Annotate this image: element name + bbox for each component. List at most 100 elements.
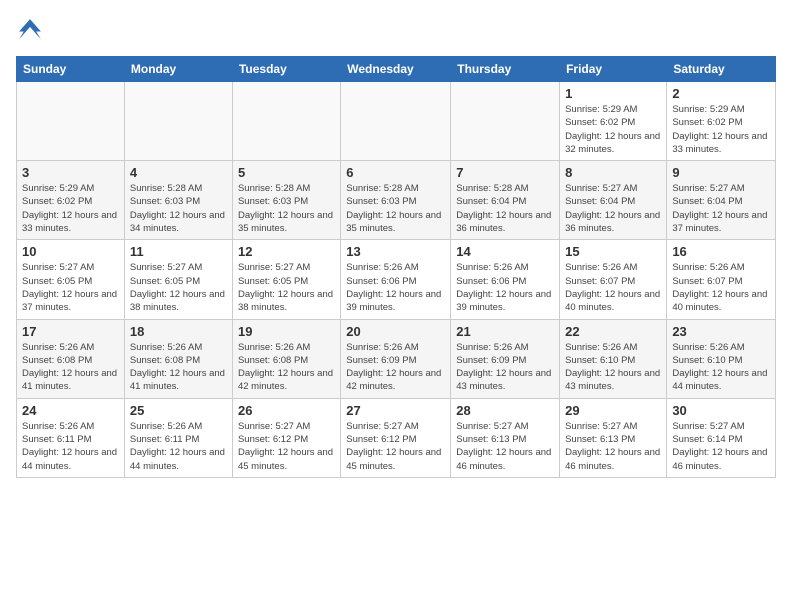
day-info: Sunrise: 5:28 AM Sunset: 6:03 PM Dayligh… xyxy=(130,182,227,235)
calendar-cell xyxy=(124,82,232,161)
day-info: Sunrise: 5:26 AM Sunset: 6:08 PM Dayligh… xyxy=(22,341,119,394)
day-number: 11 xyxy=(130,244,227,259)
calendar-cell: 17 Sunrise: 5:26 AM Sunset: 6:08 PM Dayli… xyxy=(17,319,125,398)
day-number: 24 xyxy=(22,403,119,418)
calendar-cell: 6 Sunrise: 5:28 AM Sunset: 6:03 PM Daylig… xyxy=(341,161,451,240)
day-number: 30 xyxy=(672,403,770,418)
day-info: Sunrise: 5:27 AM Sunset: 6:14 PM Dayligh… xyxy=(672,420,770,473)
day-number: 27 xyxy=(346,403,445,418)
calendar-cell: 1 Sunrise: 5:29 AM Sunset: 6:02 PM Daylig… xyxy=(560,82,667,161)
calendar-cell: 5 Sunrise: 5:28 AM Sunset: 6:03 PM Daylig… xyxy=(232,161,340,240)
day-info: Sunrise: 5:26 AM Sunset: 6:07 PM Dayligh… xyxy=(672,261,770,314)
day-number: 29 xyxy=(565,403,661,418)
weekday-header: Friday xyxy=(560,57,667,82)
weekday-header: Tuesday xyxy=(232,57,340,82)
weekday-header: Wednesday xyxy=(341,57,451,82)
calendar-cell: 2Sunrise: 5:29 AM Sunset: 6:02 PM Daylig… xyxy=(667,82,776,161)
day-number: 21 xyxy=(456,324,554,339)
calendar-cell: 12 Sunrise: 5:27 AM Sunset: 6:05 PM Dayli… xyxy=(232,240,340,319)
calendar-cell: 10 Sunrise: 5:27 AM Sunset: 6:05 PM Dayli… xyxy=(17,240,125,319)
day-number: 1 xyxy=(565,86,661,101)
day-info: Sunrise: 5:27 AM Sunset: 6:04 PM Dayligh… xyxy=(565,182,661,235)
day-number: 10 xyxy=(22,244,119,259)
day-info: Sunrise: 5:26 AM Sunset: 6:06 PM Dayligh… xyxy=(346,261,445,314)
day-number: 12 xyxy=(238,244,335,259)
day-number: 15 xyxy=(565,244,661,259)
calendar-cell: 24 Sunrise: 5:26 AM Sunset: 6:11 PM Dayli… xyxy=(17,398,125,477)
day-number: 16 xyxy=(672,244,770,259)
calendar-week-row: 1 Sunrise: 5:29 AM Sunset: 6:02 PM Daylig… xyxy=(17,82,776,161)
calendar-cell: 11 Sunrise: 5:27 AM Sunset: 6:05 PM Dayli… xyxy=(124,240,232,319)
calendar-week-row: 3 Sunrise: 5:29 AM Sunset: 6:02 PM Daylig… xyxy=(17,161,776,240)
calendar-header-row: SundayMondayTuesdayWednesdayThursdayFrid… xyxy=(17,57,776,82)
weekday-header: Sunday xyxy=(17,57,125,82)
day-number: 9 xyxy=(672,165,770,180)
day-number: 14 xyxy=(456,244,554,259)
calendar-cell: 25 Sunrise: 5:26 AM Sunset: 6:11 PM Dayli… xyxy=(124,398,232,477)
calendar-cell: 3 Sunrise: 5:29 AM Sunset: 6:02 PM Daylig… xyxy=(17,161,125,240)
day-info: Sunrise: 5:29 AM Sunset: 6:02 PM Dayligh… xyxy=(22,182,119,235)
calendar-cell: 19Sunrise: 5:26 AM Sunset: 6:08 PM Dayli… xyxy=(232,319,340,398)
day-info: Sunrise: 5:27 AM Sunset: 6:12 PM Dayligh… xyxy=(238,420,335,473)
day-info: Sunrise: 5:28 AM Sunset: 6:03 PM Dayligh… xyxy=(346,182,445,235)
day-number: 18 xyxy=(130,324,227,339)
calendar-cell: 13 Sunrise: 5:26 AM Sunset: 6:06 PM Dayli… xyxy=(341,240,451,319)
day-number: 28 xyxy=(456,403,554,418)
day-info: Sunrise: 5:26 AM Sunset: 6:11 PM Dayligh… xyxy=(130,420,227,473)
calendar-cell: 26 Sunrise: 5:27 AM Sunset: 6:12 PM Dayli… xyxy=(232,398,340,477)
calendar-cell: 22 Sunrise: 5:26 AM Sunset: 6:10 PM Dayli… xyxy=(560,319,667,398)
day-number: 6 xyxy=(346,165,445,180)
day-info: Sunrise: 5:26 AM Sunset: 6:10 PM Dayligh… xyxy=(565,341,661,394)
day-info: Sunrise: 5:26 AM Sunset: 6:06 PM Dayligh… xyxy=(456,261,554,314)
day-info: Sunrise: 5:27 AM Sunset: 6:04 PM Dayligh… xyxy=(672,182,770,235)
day-info: Sunrise: 5:29 AM Sunset: 6:02 PM Dayligh… xyxy=(565,103,661,156)
day-info: Sunrise: 5:27 AM Sunset: 6:13 PM Dayligh… xyxy=(565,420,661,473)
calendar-cell: 15 Sunrise: 5:26 AM Sunset: 6:07 PM Dayli… xyxy=(560,240,667,319)
calendar-cell xyxy=(232,82,340,161)
calendar-week-row: 17 Sunrise: 5:26 AM Sunset: 6:08 PM Dayli… xyxy=(17,319,776,398)
day-info: Sunrise: 5:26 AM Sunset: 6:09 PM Dayligh… xyxy=(346,341,445,394)
weekday-header: Saturday xyxy=(667,57,776,82)
day-info: Sunrise: 5:26 AM Sunset: 6:09 PM Dayligh… xyxy=(456,341,554,394)
weekday-header: Monday xyxy=(124,57,232,82)
calendar-cell xyxy=(341,82,451,161)
day-info: Sunrise: 5:28 AM Sunset: 6:04 PM Dayligh… xyxy=(456,182,554,235)
weekday-header: Thursday xyxy=(451,57,560,82)
day-info: Sunrise: 5:27 AM Sunset: 6:05 PM Dayligh… xyxy=(130,261,227,314)
day-info: Sunrise: 5:26 AM Sunset: 6:07 PM Dayligh… xyxy=(565,261,661,314)
calendar-cell: 23Sunrise: 5:26 AM Sunset: 6:10 PM Dayli… xyxy=(667,319,776,398)
calendar-cell: 16 Sunrise: 5:26 AM Sunset: 6:07 PM Dayli… xyxy=(667,240,776,319)
day-number: 7 xyxy=(456,165,554,180)
day-info: Sunrise: 5:27 AM Sunset: 6:13 PM Dayligh… xyxy=(456,420,554,473)
calendar-cell xyxy=(451,82,560,161)
calendar-cell: 20 Sunrise: 5:26 AM Sunset: 6:09 PM Dayli… xyxy=(341,319,451,398)
day-info: Sunrise: 5:27 AM Sunset: 6:05 PM Dayligh… xyxy=(22,261,119,314)
calendar-cell: 4 Sunrise: 5:28 AM Sunset: 6:03 PM Daylig… xyxy=(124,161,232,240)
calendar-cell: 21 Sunrise: 5:26 AM Sunset: 6:09 PM Dayli… xyxy=(451,319,560,398)
day-number: 23 xyxy=(672,324,770,339)
calendar-cell: 29 Sunrise: 5:27 AM Sunset: 6:13 PM Dayli… xyxy=(560,398,667,477)
day-info: Sunrise: 5:27 AM Sunset: 6:05 PM Dayligh… xyxy=(238,261,335,314)
day-number: 20 xyxy=(346,324,445,339)
day-number: 25 xyxy=(130,403,227,418)
day-info: Sunrise: 5:26 AM Sunset: 6:08 PM Dayligh… xyxy=(238,341,335,394)
calendar-week-row: 10 Sunrise: 5:27 AM Sunset: 6:05 PM Dayli… xyxy=(17,240,776,319)
day-number: 17 xyxy=(22,324,119,339)
calendar-cell: 8Sunrise: 5:27 AM Sunset: 6:04 PM Daylig… xyxy=(560,161,667,240)
logo xyxy=(16,16,48,44)
calendar-week-row: 24 Sunrise: 5:26 AM Sunset: 6:11 PM Dayli… xyxy=(17,398,776,477)
calendar-cell: 27Sunrise: 5:27 AM Sunset: 6:12 PM Dayli… xyxy=(341,398,451,477)
day-number: 22 xyxy=(565,324,661,339)
day-number: 3 xyxy=(22,165,119,180)
day-number: 5 xyxy=(238,165,335,180)
calendar-cell: 9 Sunrise: 5:27 AM Sunset: 6:04 PM Daylig… xyxy=(667,161,776,240)
day-number: 13 xyxy=(346,244,445,259)
day-number: 26 xyxy=(238,403,335,418)
day-number: 4 xyxy=(130,165,227,180)
day-info: Sunrise: 5:28 AM Sunset: 6:03 PM Dayligh… xyxy=(238,182,335,235)
calendar-cell: 28 Sunrise: 5:27 AM Sunset: 6:13 PM Dayli… xyxy=(451,398,560,477)
calendar-cell: 7 Sunrise: 5:28 AM Sunset: 6:04 PM Daylig… xyxy=(451,161,560,240)
day-number: 2 xyxy=(672,86,770,101)
day-info: Sunrise: 5:26 AM Sunset: 6:08 PM Dayligh… xyxy=(130,341,227,394)
day-info: Sunrise: 5:26 AM Sunset: 6:11 PM Dayligh… xyxy=(22,420,119,473)
